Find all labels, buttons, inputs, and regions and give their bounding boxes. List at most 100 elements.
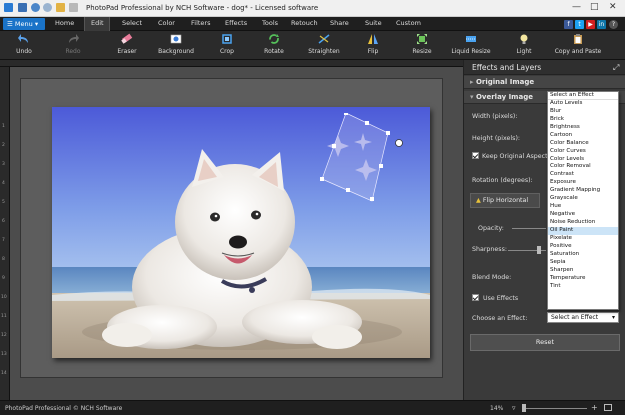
dropdown-option[interactable]: Select an Effect — [548, 92, 618, 100]
linkedin-icon[interactable]: in — [597, 20, 606, 29]
dropdown-option[interactable]: Pixelate — [548, 235, 618, 243]
resize-button[interactable]: Resize — [409, 33, 435, 55]
zoom-slider[interactable] — [525, 408, 587, 409]
dropdown-option[interactable]: Cartoon — [548, 132, 618, 140]
dropdown-option[interactable]: Color Curves — [548, 148, 618, 156]
light-button[interactable]: Light — [512, 33, 536, 55]
dropdown-option[interactable]: Hue — [548, 203, 618, 211]
rotate-handle-icon[interactable] — [395, 139, 403, 147]
ruler-tick: 6 — [2, 219, 5, 224]
dropdown-option[interactable]: Sharpen — [548, 267, 618, 275]
panel-title: Effects and Layers — [464, 60, 625, 75]
height-label: Height (pixels): — [472, 135, 521, 142]
dropdown-option[interactable]: Sepia — [548, 259, 618, 267]
tab-tools[interactable]: Tools — [262, 19, 278, 27]
effect-dropdown-list[interactable]: Select an Effect Auto Levels Blur Brick … — [547, 91, 619, 310]
tab-suite[interactable]: Suite — [365, 19, 382, 27]
choose-effect-label: Choose an Effect: — [472, 315, 528, 322]
overlay-shape-selection[interactable] — [318, 113, 408, 203]
tab-effects[interactable]: Effects — [225, 19, 247, 27]
expand-icon[interactable]: ⤢ — [613, 63, 619, 73]
original-image-section[interactable]: ▸ Original Image — [464, 76, 625, 89]
dropdown-option[interactable]: Color Balance — [548, 140, 618, 148]
effect-select-value: Select an Effect — [551, 314, 599, 321]
dropdown-option[interactable]: Saturation — [548, 251, 618, 259]
zoom-slider-thumb[interactable] — [522, 404, 526, 412]
redo-icon — [69, 34, 79, 43]
menu-button[interactable]: ☰ Menu ▾ — [3, 18, 45, 30]
original-image-label: Original Image — [475, 78, 535, 86]
folder-icon[interactable] — [56, 3, 65, 12]
youtube-icon[interactable]: ▶ — [586, 20, 595, 29]
liquid-resize-button[interactable]: Liquid Resize — [451, 33, 491, 55]
close-icon[interactable]: ✕ — [609, 2, 617, 12]
tab-filters[interactable]: Filters — [191, 19, 210, 27]
opacity-slider[interactable] — [512, 228, 546, 229]
undo-button[interactable]: Undo — [10, 33, 38, 55]
dropdown-option-highlighted[interactable]: Oil Paint — [548, 226, 618, 235]
dropdown-option[interactable]: Negative — [548, 211, 618, 219]
eraser-icon — [121, 33, 133, 44]
dropdown-option[interactable]: Brightness — [548, 124, 618, 132]
use-effects-label: Use Effects — [483, 295, 519, 302]
undo-icon — [18, 34, 28, 43]
redo-quick-icon[interactable] — [43, 3, 52, 12]
straighten-label: Straighten — [308, 48, 340, 55]
eraser-button[interactable]: Eraser — [112, 33, 142, 55]
dropdown-option[interactable]: Grayscale — [548, 195, 618, 203]
dropdown-option[interactable]: Contrast — [548, 171, 618, 179]
effect-select[interactable]: Select an Effect ▾ — [547, 312, 619, 323]
redo-button[interactable]: Redo — [59, 33, 87, 55]
zoom-in-icon[interactable]: + — [591, 403, 598, 412]
straighten-button[interactable]: Straighten — [307, 33, 341, 55]
tab-custom[interactable]: Custom — [396, 19, 421, 27]
copy-quick-icon[interactable] — [69, 3, 78, 12]
reset-button[interactable]: Reset — [470, 334, 620, 351]
tab-edit[interactable]: Edit — [91, 19, 104, 27]
dropdown-option[interactable]: Brick — [548, 116, 618, 124]
ruler-tick: 13 — [1, 352, 7, 357]
chevron-down-icon: ▾ — [611, 314, 615, 321]
tab-share[interactable]: Share — [330, 19, 349, 27]
status-text: PhotoPad Professional © NCH Software — [5, 405, 123, 412]
undo-quick-icon[interactable] — [31, 3, 40, 12]
copy-paste-button[interactable]: Copy and Paste — [553, 33, 603, 55]
dropdown-option[interactable]: Positive — [548, 243, 618, 251]
dropdown-option[interactable]: Temperature — [548, 275, 618, 283]
dropdown-option[interactable]: Gradient Mapping — [548, 187, 618, 195]
rotate-button[interactable]: Rotate — [261, 33, 287, 55]
tab-select[interactable]: Select — [122, 19, 142, 27]
fit-window-icon[interactable] — [604, 404, 612, 411]
ruler-left: 1 2 3 4 5 6 7 8 9 10 11 12 13 14 — [0, 67, 10, 400]
hamburger-icon: ☰ — [7, 20, 15, 28]
dropdown-option[interactable]: Noise Reduction — [548, 219, 618, 227]
flip-horizontal-button[interactable]: ▲ Flip Horizontal — [470, 193, 540, 208]
sharpness-slider-thumb[interactable] — [537, 246, 541, 254]
maximize-icon[interactable]: □ — [590, 2, 599, 12]
tab-color[interactable]: Color — [158, 19, 175, 27]
tab-retouch[interactable]: Retouch — [291, 19, 318, 27]
dropdown-option[interactable]: Tint — [548, 283, 618, 291]
minimize-icon[interactable]: — — [572, 2, 581, 12]
tab-home[interactable]: Home — [55, 19, 74, 27]
overlay-image-label: Overlay Image — [475, 93, 533, 101]
flip-button[interactable]: Flip — [362, 33, 384, 55]
eraser-label: Eraser — [117, 48, 137, 55]
dropdown-option[interactable]: Auto Levels — [548, 100, 618, 108]
ruler-tick: 9 — [2, 276, 5, 281]
use-effects-checkbox[interactable] — [472, 294, 479, 301]
copy-paste-label: Copy and Paste — [554, 48, 602, 55]
background-button[interactable]: Background — [158, 33, 194, 55]
dropdown-option[interactable]: Color Removal — [548, 163, 618, 171]
save-icon[interactable] — [18, 3, 27, 12]
help-icon[interactable]: ? — [609, 20, 618, 29]
crop-button[interactable]: Crop — [214, 33, 240, 55]
dropdown-option[interactable]: Exposure — [548, 179, 618, 187]
dropdown-option[interactable]: Blur — [548, 108, 618, 116]
facebook-icon[interactable]: f — [564, 20, 573, 29]
twitter-icon[interactable]: t — [575, 20, 584, 29]
dropdown-option[interactable]: Color Levels — [548, 156, 618, 164]
keep-aspect-checkbox[interactable] — [472, 152, 479, 159]
zoom-out-icon[interactable]: ▿ — [512, 404, 516, 412]
flip-label: Flip — [367, 48, 379, 55]
